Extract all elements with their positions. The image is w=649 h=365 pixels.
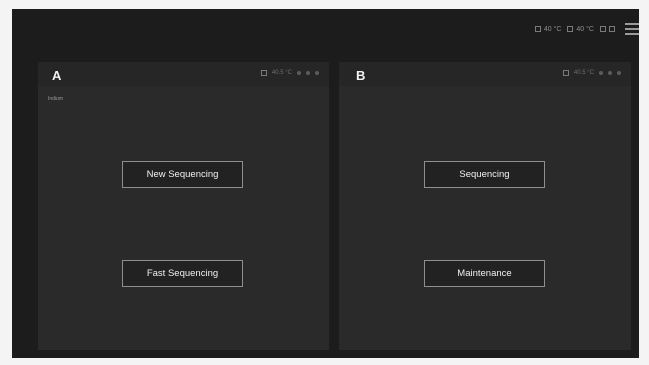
chip-icon xyxy=(260,70,267,76)
status-dot-icon xyxy=(617,71,621,75)
chip-icon xyxy=(567,26,574,32)
status-dot-icon xyxy=(306,71,310,75)
temperature-2-text: 40 °C xyxy=(576,25,594,33)
maintenance-button[interactable]: Maintenance xyxy=(424,260,545,287)
panel-b-temperature: 40.5 °C xyxy=(573,70,594,76)
status-dot-icon xyxy=(297,71,301,75)
temperature-indicator-1: 40 °C xyxy=(534,25,562,33)
flowcell-panel-b: B 40.5 °C Sequencing Maintenance xyxy=(339,62,631,350)
chip-icon xyxy=(534,26,541,32)
temperature-1-text: 40 °C xyxy=(543,25,562,33)
panel-a-header: A 40.5 °C xyxy=(38,62,329,86)
device-status-indicator xyxy=(600,26,615,32)
new-sequencing-button[interactable]: New Sequencing xyxy=(122,161,243,188)
top-status-bar: 40 °C 40 °C xyxy=(534,22,639,36)
panel-b-title: B xyxy=(356,68,366,83)
status-icon-2 xyxy=(609,26,615,32)
status-icon xyxy=(600,26,606,32)
status-dot-icon xyxy=(315,71,319,75)
status-dot-icon xyxy=(599,71,603,75)
status-dot-icon xyxy=(608,71,612,75)
chip-icon xyxy=(562,70,569,76)
panel-a-title: A xyxy=(52,68,62,83)
panel-a-temperature: 40.5 °C xyxy=(271,70,292,76)
sequencing-button[interactable]: Sequencing xyxy=(424,161,545,188)
fast-sequencing-button[interactable]: Fast Sequencing xyxy=(122,260,243,287)
menu-icon[interactable] xyxy=(625,23,639,35)
panel-a-status: 40.5 °C xyxy=(260,70,319,76)
temperature-indicator-2: 40 °C xyxy=(567,26,594,33)
panel-b-header: B 40.5 °C xyxy=(339,62,631,86)
panel-a-note: Indium xyxy=(48,96,64,102)
flowcell-panel-a: A 40.5 °C Indium New Sequencing Fast Seq… xyxy=(38,62,329,350)
panel-b-status: 40.5 °C xyxy=(562,70,621,76)
